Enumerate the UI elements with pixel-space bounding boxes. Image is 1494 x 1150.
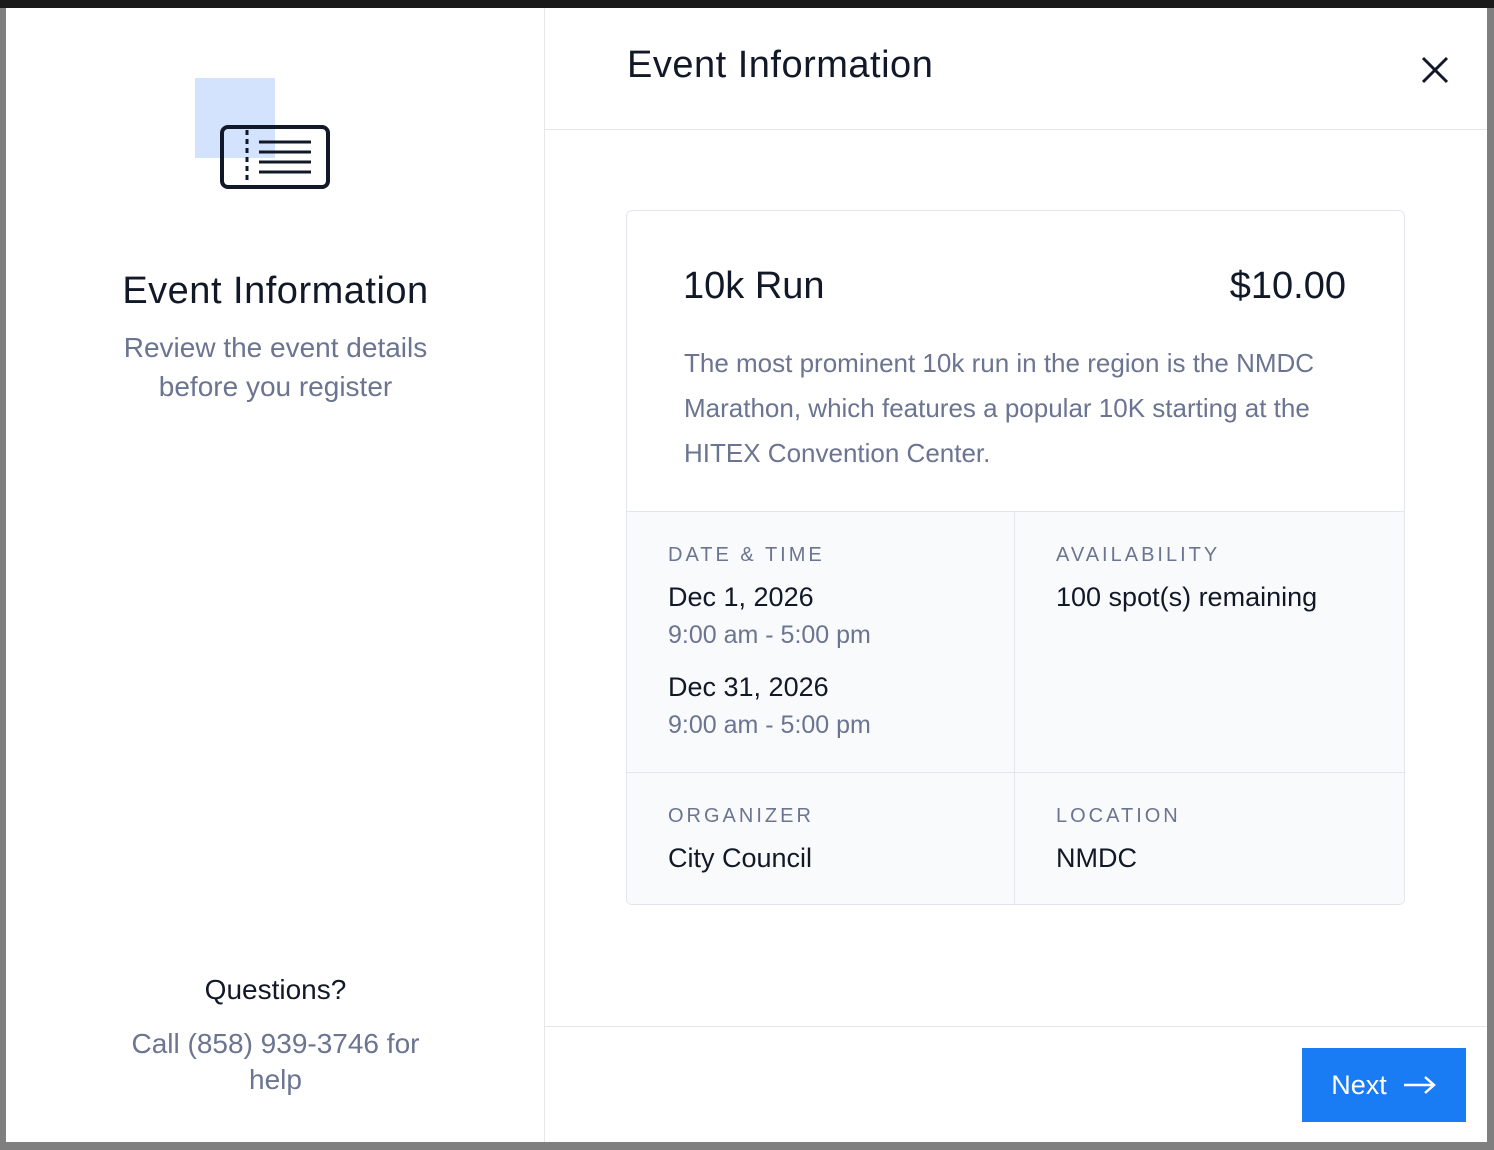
availability-value: 100 spot(s) remaining xyxy=(1056,582,1318,612)
arrow-right-icon xyxy=(1403,1076,1436,1094)
organizer-cell: ORGANIZER City Council xyxy=(627,773,1015,904)
left-panel-subtitle: Review the event details before you regi… xyxy=(123,332,428,402)
left-panel-title: Event Information xyxy=(122,270,429,312)
availability-label: AVAILABILITY xyxy=(1056,544,1221,566)
date-time-cell: DATE & TIME Dec 1, 2026 9:00 am - 5:00 p… xyxy=(627,512,1015,773)
ticket-icon xyxy=(195,78,335,193)
close-button[interactable] xyxy=(1413,48,1457,92)
ticket-outline xyxy=(220,125,330,189)
date-entry: Dec 31, 2026 9:00 am - 5:00 pm xyxy=(668,672,871,740)
window-top-bar xyxy=(0,0,1494,8)
event-description: The most prominent 10k run in the region… xyxy=(684,348,1315,468)
location-value: NMDC xyxy=(1056,843,1137,873)
left-panel: Event Information Review the event detai… xyxy=(6,8,545,1142)
date-value: Dec 1, 2026 xyxy=(668,582,814,612)
organizer-value: City Council xyxy=(668,843,813,873)
event-summary: 10k Run $10.00 The most prominent 10k ru… xyxy=(627,211,1404,512)
time-value: 9:00 am - 5:00 pm xyxy=(668,711,871,739)
time-value: 9:00 am - 5:00 pm xyxy=(668,621,871,649)
event-details-grid: DATE & TIME Dec 1, 2026 9:00 am - 5:00 p… xyxy=(627,512,1404,904)
date-time-label: DATE & TIME xyxy=(668,544,825,566)
modal-header: Event Information xyxy=(545,8,1487,130)
date-entry: Dec 1, 2026 9:00 am - 5:00 pm xyxy=(668,582,871,650)
availability-cell: AVAILABILITY 100 spot(s) remaining xyxy=(1015,512,1404,773)
right-panel: Event Information 10k Run $10.00 The mos… xyxy=(545,8,1487,1142)
modal-footer: Next xyxy=(545,1026,1487,1142)
event-information-modal: Event Information Review the event detai… xyxy=(6,8,1487,1142)
close-icon xyxy=(1421,56,1449,84)
next-button[interactable]: Next xyxy=(1302,1048,1466,1122)
event-price: $10.00 xyxy=(1229,265,1346,307)
location-cell: LOCATION NMDC xyxy=(1015,773,1404,904)
event-card: 10k Run $10.00 The most prominent 10k ru… xyxy=(626,210,1405,905)
questions-title: Questions? xyxy=(204,974,347,1005)
date-value: Dec 31, 2026 xyxy=(668,672,829,702)
modal-title: Event Information xyxy=(627,44,934,86)
next-button-label: Next xyxy=(1331,1069,1387,1100)
location-label: LOCATION xyxy=(1056,805,1181,827)
event-name: 10k Run xyxy=(683,265,825,307)
questions-help-text: Call (858) 939-3746 for help xyxy=(131,1028,420,1095)
organizer-label: ORGANIZER xyxy=(668,805,814,827)
